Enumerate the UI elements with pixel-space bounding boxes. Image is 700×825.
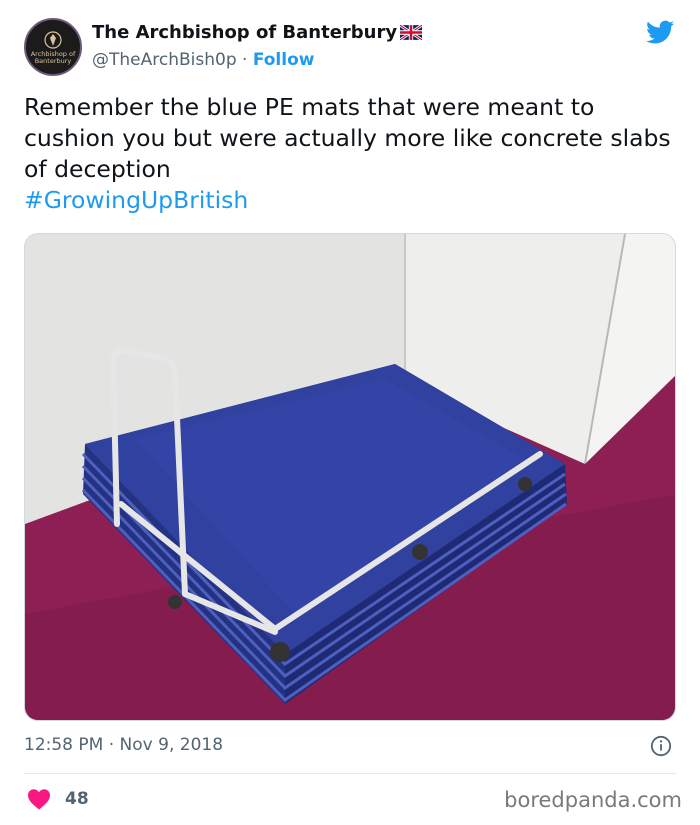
- display-name[interactable]: The Archbishop of Banterbury: [92, 22, 397, 43]
- hashtag-link[interactable]: #GrowingUpBritish: [24, 185, 676, 216]
- tweet-date: Nov 9, 2018: [119, 735, 224, 755]
- author-name-row[interactable]: The Archbishop of Banterbury: [92, 22, 423, 43]
- avatar-text-2: Banterbury: [34, 57, 72, 65]
- uk-flag-icon: [400, 25, 423, 40]
- timestamp[interactable]: 12:58 PM · Nov 9, 2018: [24, 735, 223, 755]
- tweet-time: 12:58 PM: [24, 735, 104, 755]
- heart-icon[interactable]: [27, 788, 51, 810]
- tweet-text: Remember the blue PE mats that were mean…: [24, 92, 676, 216]
- like-count: 48: [65, 789, 89, 809]
- tweet-photo[interactable]: [24, 233, 676, 721]
- divider: [24, 773, 676, 774]
- twitter-bird-icon[interactable]: [645, 18, 676, 46]
- info-icon[interactable]: [650, 735, 672, 757]
- watermark: boredpanda.com: [504, 788, 682, 812]
- crest-icon: [44, 30, 62, 49]
- avatar[interactable]: Archbishop of Banterbury: [24, 18, 82, 76]
- handle-row: @TheArchBish0p · Follow: [92, 50, 314, 70]
- time-separator: ·: [108, 735, 115, 755]
- separator: ·: [242, 50, 248, 70]
- tweet-body: Remember the blue PE mats that were mean…: [24, 93, 671, 183]
- handle[interactable]: @TheArchBish0p: [92, 50, 237, 70]
- follow-button[interactable]: Follow: [253, 50, 315, 70]
- like-action[interactable]: 48: [27, 788, 89, 810]
- gym-mats-photo: [25, 234, 675, 720]
